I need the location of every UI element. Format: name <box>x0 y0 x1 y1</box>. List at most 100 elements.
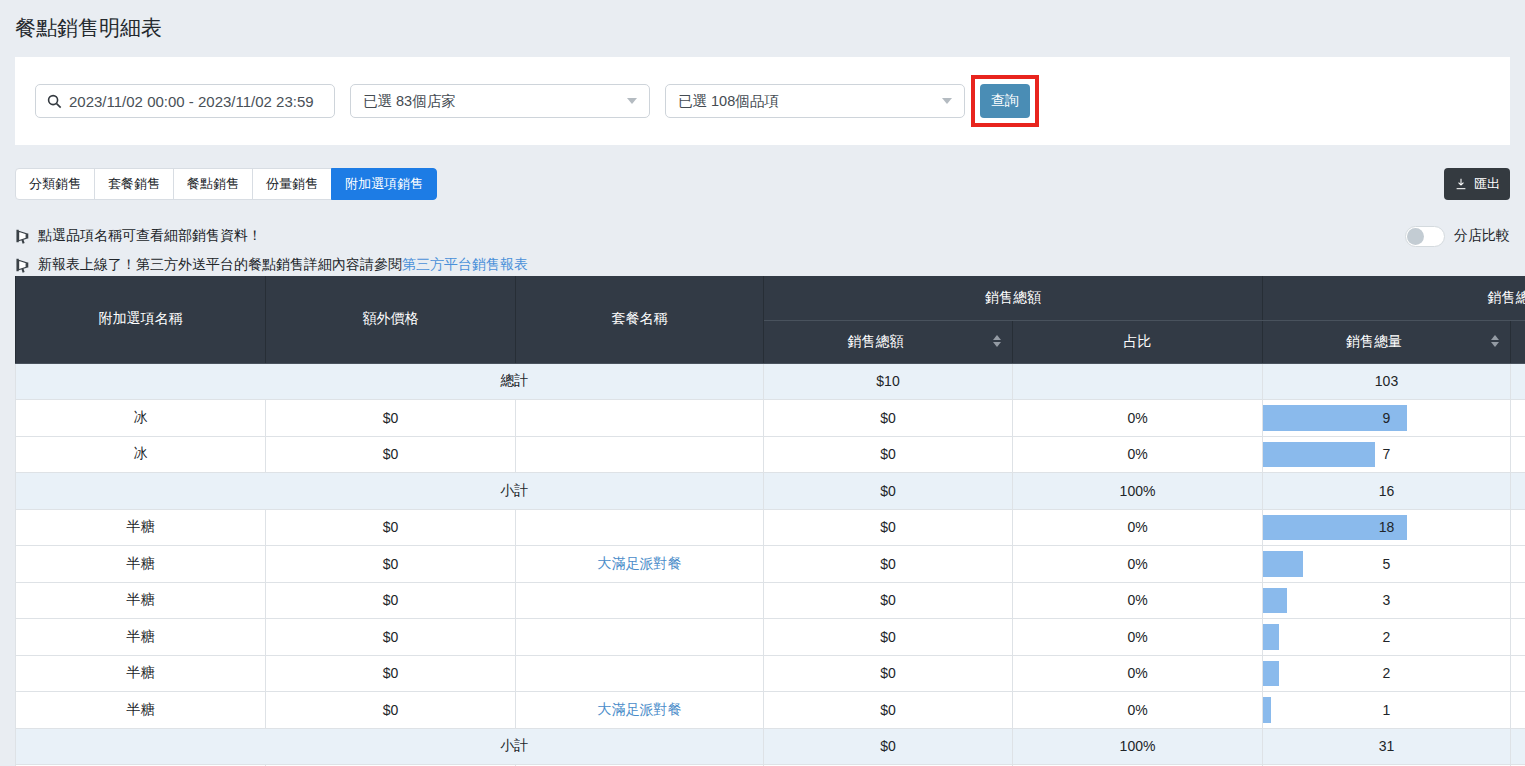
tab-份量銷售[interactable]: 份量銷售 <box>252 168 332 200</box>
cell-qty: 2 <box>1263 619 1511 656</box>
cell-extra-price: $0 <box>266 400 516 437</box>
cell-extra-price: $0 <box>266 692 516 729</box>
news-link[interactable]: 第三方平台銷售報表 <box>402 256 528 272</box>
qty-bar <box>1263 661 1279 687</box>
cell-amount: $0 <box>764 582 1013 619</box>
cell-combo <box>516 436 764 473</box>
table-row: 半糖$0$00%2 <box>16 619 1525 656</box>
cell-amount: $0 <box>764 692 1013 729</box>
date-range-value: 2023/11/02 00:00 - 2023/11/02 23:59 <box>69 93 314 110</box>
report-tabs: 分類銷售套餐銷售餐點銷售份量銷售附加選項銷售 <box>15 168 437 200</box>
cell-amount: $0 <box>764 400 1013 437</box>
summary-amount: $10 <box>764 363 1013 400</box>
cell-extra-price: $0 <box>266 546 516 583</box>
cell-amount: $0 <box>764 619 1013 656</box>
cell-extra-price: $0 <box>266 582 516 619</box>
col-share-2: 占比 <box>1511 320 1525 363</box>
qty-bar <box>1263 551 1303 577</box>
cell-share: 0% <box>1013 582 1263 619</box>
col-share: 占比 <box>1013 320 1263 363</box>
col-sales-qty[interactable]: 銷售總量 <box>1263 320 1511 363</box>
megaphone-icon <box>15 228 31 244</box>
cell-extra-price: $0 <box>266 436 516 473</box>
store-select[interactable]: 已選 83個店家 <box>350 84 650 118</box>
qty-bar <box>1263 697 1271 723</box>
cell-share: 0% <box>1013 619 1263 656</box>
combo-link[interactable]: 大滿足派對餐 <box>598 701 682 717</box>
table-row: 半糖$0$00%2 <box>16 655 1525 692</box>
cell-option-name: 冰 <box>16 436 266 473</box>
cell-share: 0% <box>1013 509 1263 546</box>
cell-option-name: 半糖 <box>16 582 266 619</box>
cell-option-name: 冰 <box>16 400 266 437</box>
cell-amount: $0 <box>764 546 1013 583</box>
table-row: 冰$0$00%7 <box>16 436 1525 473</box>
cell-qty: 9 <box>1263 400 1511 437</box>
tab-餐點銷售[interactable]: 餐點銷售 <box>173 168 253 200</box>
branch-compare-label: 分店比較 <box>1454 227 1510 245</box>
summary-qty: 103 <box>1263 363 1511 400</box>
summary-share: 100% <box>1013 473 1263 510</box>
tab-附加選項銷售[interactable]: 附加選項銷售 <box>331 168 437 200</box>
store-select-value: 已選 83個店家 <box>363 92 456 111</box>
table-row: 冰$0$00%9 <box>16 400 1525 437</box>
summary-share <box>1013 363 1263 400</box>
megaphone-icon <box>15 257 31 273</box>
tip-notice: 點選品項名稱可查看細部銷售資料！ <box>15 227 262 245</box>
cell-combo: 大滿足派對餐 <box>516 692 764 729</box>
cell-share: 0% <box>1013 692 1263 729</box>
cell-extra-price: $0 <box>266 655 516 692</box>
combo-link[interactable]: 大滿足派對餐 <box>598 555 682 571</box>
col-combo-name: 套餐名稱 <box>516 276 764 363</box>
cell-share: 0% <box>1013 400 1263 437</box>
table-row: 半糖$0大滿足派對餐$00%5 <box>16 546 1525 583</box>
total-row: 總計$10 103 <box>16 363 1525 400</box>
cell-combo <box>516 509 764 546</box>
cell-combo <box>516 582 764 619</box>
tab-分類銷售[interactable]: 分類銷售 <box>15 168 95 200</box>
summary-qty: 31 <box>1263 728 1511 765</box>
summary-label: 總計 <box>266 363 764 400</box>
cell-share: 0% <box>1013 546 1263 583</box>
news-notice: 新報表上線了！第三方外送平台的餐點銷售詳細內容請參閱第三方平台銷售報表 <box>15 255 1510 275</box>
export-label: 匯出 <box>1474 175 1500 193</box>
cell-share: 0% <box>1013 655 1263 692</box>
cell-option-name: 半糖 <box>16 509 266 546</box>
date-range-input[interactable]: 2023/11/02 00:00 - 2023/11/02 23:59 <box>35 84 335 118</box>
cell-option-name: 半糖 <box>16 692 266 729</box>
col-extra-price: 額外價格 <box>266 276 516 363</box>
col-option-name: 附加選項名稱 <box>16 276 266 363</box>
query-button[interactable]: 查詢 <box>980 84 1030 118</box>
chevron-down-icon <box>942 98 952 104</box>
news-text: 新報表上線了！第三方外送平台的餐點銷售詳細內容請參閱第三方平台銷售報表 <box>38 256 528 274</box>
cell-qty: 2 <box>1263 655 1511 692</box>
cell-qty: 7 <box>1263 436 1511 473</box>
cell-qty: 1 <box>1263 692 1511 729</box>
cell-share: 0% <box>1013 436 1263 473</box>
sales-table-wrap: 附加選項名稱額外價格套餐名稱銷售總額銷售總量銷售總額占比銷售總量占比 總計$10… <box>15 276 1525 766</box>
download-icon <box>1454 177 1468 191</box>
qty-bar <box>1263 624 1279 650</box>
chevron-down-icon <box>627 98 637 104</box>
summary-label: 小計 <box>266 728 764 765</box>
cell-qty: 3 <box>1263 582 1511 619</box>
cell-combo <box>516 655 764 692</box>
subtotal-row: 小計$0100%16 <box>16 473 1525 510</box>
export-button[interactable]: 匯出 <box>1444 168 1510 200</box>
summary-amount: $0 <box>764 728 1013 765</box>
annotation-highlight-box: 查詢 <box>971 75 1039 127</box>
tip-text: 點選品項名稱可查看細部銷售資料！ <box>38 227 262 245</box>
cell-combo <box>516 400 764 437</box>
col-sales-amount[interactable]: 銷售總額 <box>764 320 1013 363</box>
cell-amount: $0 <box>764 509 1013 546</box>
sales-table: 附加選項名稱額外價格套餐名稱銷售總額銷售總量銷售總額占比銷售總量占比 總計$10… <box>15 276 1525 766</box>
cell-combo: 大滿足派對餐 <box>516 546 764 583</box>
item-select[interactable]: 已選 108個品項 <box>665 84 965 118</box>
summary-amount: $0 <box>764 473 1013 510</box>
toggle-knob <box>1407 228 1424 245</box>
cell-amount: $0 <box>764 655 1013 692</box>
summary-qty: 16 <box>1263 473 1511 510</box>
cell-option-name: 半糖 <box>16 655 266 692</box>
tab-套餐銷售[interactable]: 套餐銷售 <box>94 168 174 200</box>
branch-compare-toggle[interactable] <box>1405 226 1445 247</box>
